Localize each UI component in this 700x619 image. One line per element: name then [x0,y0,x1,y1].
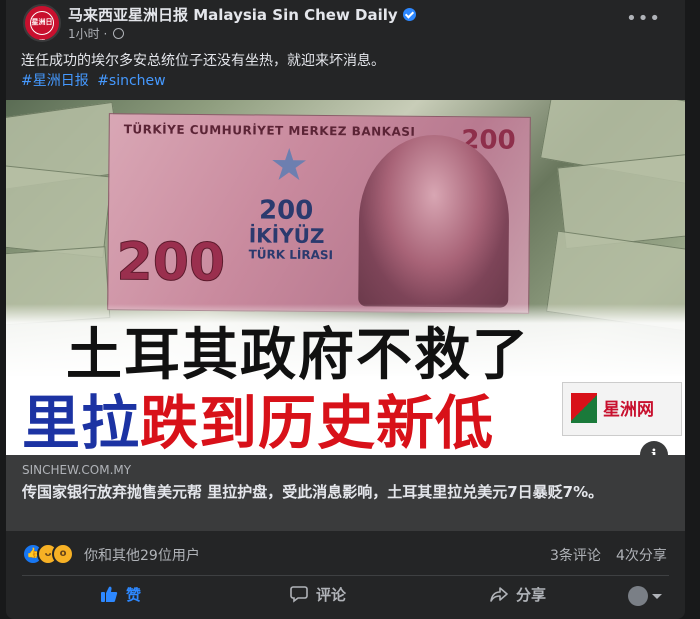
banknote-value-word: İKİYÜZ [248,223,325,249]
avatar-logo-text: 星洲日报 [30,11,54,40]
more-options-icon[interactable]: ••• [626,8,661,29]
comment-icon [290,586,308,603]
hashtag-link[interactable]: #sinchew [97,73,165,89]
logo-text: 星洲网 [603,400,654,420]
lira-banknote-image: TÜRKİYE CUMHURİYET MERKEZ BANKASI 200 ★ … [107,113,531,314]
post-meta: 1小时 · [68,25,125,42]
headline-red-text: 跌到历史新低 [140,389,495,455]
reaction-summary[interactable]: 你和其他29位用户 [84,545,200,565]
image-headline-line2: 里拉跌到历史新低 [22,376,494,455]
meta-separator: · [103,27,108,41]
sinchew-logo: 星洲网 [562,382,682,436]
hashtags: #星洲日报 #sinchew [21,71,385,91]
banknote-bank-name: TÜRKİYE CUMHURİYET MERKEZ BANKASI [123,122,416,139]
share-icon [490,587,508,602]
post-card: 星洲日报 马来西亚星洲日报 Malaysia Sin Chew Daily 1小… [6,0,685,619]
hashtag-link[interactable]: #星洲日报 [21,73,89,89]
globe-icon[interactable] [113,28,125,39]
headline-blue-text: 里拉 [22,389,141,455]
share-button[interactable]: 分享 [490,584,546,610]
like-label: 赞 [126,586,142,604]
divider [22,575,669,576]
post-text: 连任成功的埃尔多安总统位子还没有坐热，就迎来坏消息。 #星洲日报 #sinche… [21,51,385,91]
banknote-value-large: 200 [116,232,226,294]
link-preview[interactable]: SINCHEW.COM.MY 传国家银行放弃抛售美元帮 里拉护盘，受此消息影响，… [6,455,685,531]
comment-button[interactable]: 评论 [290,584,346,610]
post-image[interactable]: TÜRKİYE CUMHURİYET MERKEZ BANKASI 200 ★ … [6,100,685,455]
thumbs-up-icon [101,586,118,602]
star-icon: ★ [269,139,310,191]
page-name[interactable]: 马来西亚星洲日报 Malaysia Sin Chew Daily [68,4,416,25]
chevron-down-icon [652,593,662,599]
like-button[interactable]: 赞 [100,584,141,610]
page-name-text[interactable]: 马来西亚星洲日报 Malaysia Sin Chew Daily [68,6,398,24]
page-avatar[interactable]: 星洲日报 [23,4,61,42]
comment-label: 评论 [316,586,347,604]
post-time[interactable]: 1小时 [68,27,100,41]
post-body: 连任成功的埃尔多安总统位子还没有坐热，就迎来坏消息。 [21,53,385,69]
wow-reaction-icon: o [52,543,74,565]
reaction-profile-selector[interactable] [628,586,662,612]
flag-icon [571,393,597,423]
banknote-value-center: 200 [258,195,314,226]
banknote-portrait [358,134,510,308]
shares-count[interactable]: 4次分享 [616,545,667,565]
banknote-currency: TÜRK LİRASI [248,247,334,263]
verified-badge-icon [402,8,416,21]
dollar-bill-image [6,163,112,259]
link-domain: SINCHEW.COM.MY [22,463,132,477]
link-title: 传国家银行放弃抛售美元帮 里拉护盘，受此消息影响，土耳其里拉兑美元7日暴贬7%。 [22,483,604,501]
user-avatar [628,586,648,606]
comments-count[interactable]: 3条评论 [550,545,601,565]
share-label: 分享 [516,586,547,604]
